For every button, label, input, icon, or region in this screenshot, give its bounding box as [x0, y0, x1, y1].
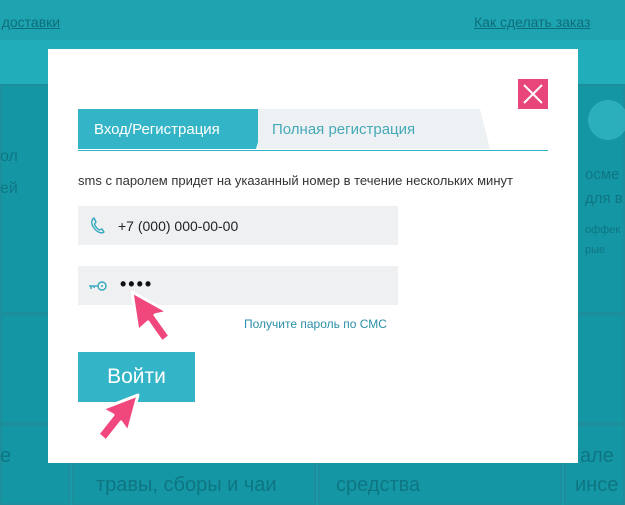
background-tile-label: инсе	[575, 474, 619, 496]
close-icon	[523, 84, 543, 104]
phone-value: +7 (000) 000-00-00	[118, 218, 239, 234]
phone-icon	[91, 217, 105, 234]
background-side-label: ей	[0, 180, 18, 197]
background-tile-label: средства	[336, 474, 421, 496]
background-side-label: ол	[0, 148, 18, 165]
background-side-label: рые	[585, 244, 606, 256]
key-icon	[89, 281, 107, 291]
background-link-delivery[interactable]: и доставки	[0, 14, 60, 30]
background-tile-label: травы, сборы и чаи	[96, 474, 277, 496]
pointer-arrow-icon	[96, 393, 140, 443]
sms-hint-text: sms с паролем придет на указанный номер …	[78, 173, 513, 188]
tab-label: Вход/Регистрация	[94, 120, 220, 138]
background-side-label: для в	[585, 190, 623, 207]
background-tile	[0, 314, 50, 424]
background-tile	[0, 84, 50, 314]
tab-full-registration[interactable]: Полная регистрация	[258, 109, 490, 149]
phone-field[interactable]: +7 (000) 000-00-00	[78, 206, 398, 245]
close-button[interactable]	[518, 79, 548, 109]
login-button-label: Войти	[107, 365, 166, 388]
background-tile-label: е	[0, 445, 12, 467]
get-sms-password-link[interactable]: Получите пароль по СМС	[244, 317, 387, 331]
background-tile-label: але	[580, 445, 614, 467]
background-side-label: осме	[585, 166, 620, 183]
tab-login-registration[interactable]: Вход/Регистрация	[78, 109, 268, 149]
pointer-arrow-icon	[130, 290, 172, 344]
background-link-how-to-order[interactable]: Как сделать заказ	[474, 14, 590, 30]
background-side-label: оффек	[585, 224, 621, 236]
tab-label: Полная регистрация	[272, 120, 416, 138]
auth-tabs: Вход/Регистрация Полная регистрация	[78, 109, 548, 151]
background-tile	[575, 314, 625, 424]
password-field[interactable]: ••••	[78, 266, 398, 305]
background-logo	[588, 100, 625, 140]
